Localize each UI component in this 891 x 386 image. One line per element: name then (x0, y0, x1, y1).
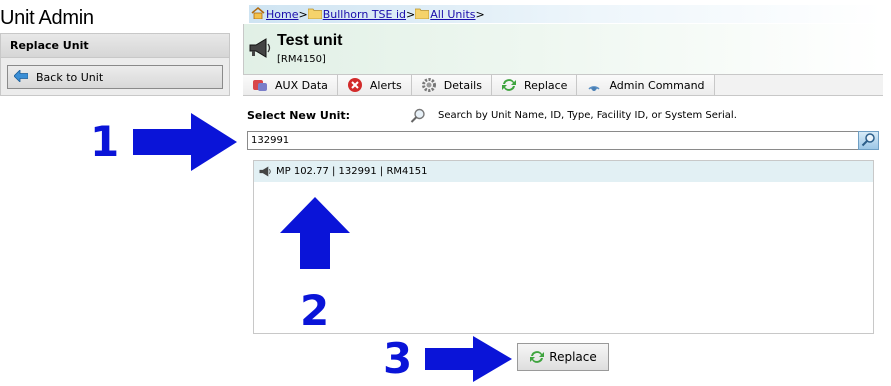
tab-alerts[interactable]: Alerts (337, 75, 412, 95)
breadcrumb-facility-link[interactable]: Bullhorn TSE id (323, 8, 406, 21)
tab-label: AUX Data (275, 78, 328, 92)
tab-admin-command[interactable]: Admin Command (577, 75, 715, 95)
search-hint: Search by Unit Name, ID, Type, Facility … (438, 110, 737, 121)
back-arrow-icon (13, 68, 29, 85)
tab-label: Details (443, 78, 482, 92)
replace-button-label: Replace (549, 350, 597, 364)
breadcrumb-all-units-link[interactable]: All Units (430, 8, 475, 21)
replace-arrows-icon (529, 349, 545, 365)
back-to-unit-button[interactable]: Back to Unit (7, 65, 223, 89)
breadcrumb-separator: > (406, 7, 416, 21)
left-panel: Replace Unit Back to Unit (0, 33, 230, 96)
replace-button[interactable]: Replace (517, 343, 609, 371)
megaphone-icon (258, 166, 272, 177)
home-icon (251, 6, 265, 22)
annotation-number-1: 1 (90, 117, 120, 166)
unit-header: Test unit [RM4150] (243, 24, 883, 74)
select-new-unit-label: Select New Unit: (247, 109, 351, 122)
unit-code: [RM4150] (277, 54, 326, 65)
search-icon (861, 132, 876, 150)
folder-icon (307, 7, 323, 22)
folder-icon (414, 7, 430, 22)
search-button[interactable] (858, 131, 879, 150)
search-result-text: MP 102.77 | 132991 | RM4151 (276, 166, 428, 177)
tab-label: Admin Command (609, 78, 705, 92)
annotation-arrow-right-icon (425, 336, 512, 382)
annotation-number-3: 3 (383, 334, 413, 383)
tab-bar: AUX Data Alerts Details Replace Admin Co… (243, 74, 883, 96)
annotation-arrow-up-icon (280, 197, 350, 269)
annotation-arrow-right-icon (133, 113, 237, 171)
aux-data-icon (252, 78, 268, 92)
admin-command-icon (586, 77, 602, 93)
megaphone-icon (248, 38, 272, 61)
gear-icon (421, 77, 437, 93)
breadcrumb: Home > Bullhorn TSE id > All Units > (249, 5, 883, 23)
page-title: Unit Admin (0, 7, 94, 29)
tab-replace[interactable]: Replace (491, 75, 578, 95)
breadcrumb-separator: > (298, 7, 308, 21)
search-result-item[interactable]: MP 102.77 | 132991 | RM4151 (254, 161, 873, 182)
tab-label: Replace (523, 78, 568, 92)
unit-name: Test unit (277, 32, 343, 49)
unit-search-input[interactable] (247, 131, 879, 150)
left-panel-header: Replace Unit (1, 34, 229, 58)
annotation-number-2: 2 (300, 286, 330, 335)
breadcrumb-home-link[interactable]: Home (266, 8, 298, 21)
tab-aux-data[interactable]: AUX Data (243, 75, 338, 95)
replace-arrows-icon (501, 77, 517, 93)
breadcrumb-separator: > (475, 7, 485, 21)
alert-x-icon (347, 77, 363, 93)
search-icon (410, 108, 426, 127)
tab-label: Alerts (369, 78, 402, 92)
back-to-unit-label: Back to Unit (36, 70, 104, 84)
tab-details[interactable]: Details (411, 75, 492, 95)
